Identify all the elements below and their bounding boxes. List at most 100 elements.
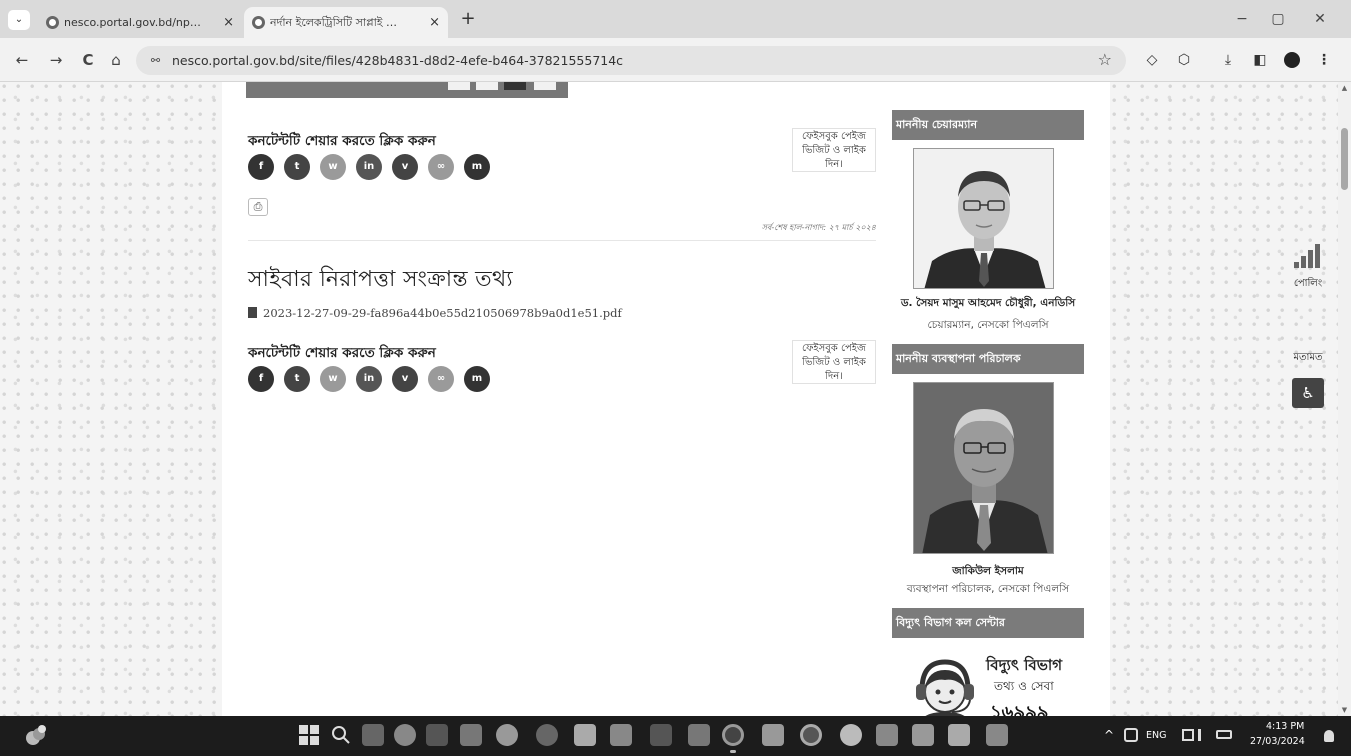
callcenter-subtitle: তথ্য ও সেবা	[994, 679, 1054, 693]
battery-icon[interactable]	[1216, 730, 1232, 739]
polling-icon[interactable]	[1290, 242, 1330, 268]
facebook-share-icon[interactable]: f	[248, 154, 274, 180]
linkedin-share-icon[interactable]: in	[356, 154, 382, 180]
fb-box-line: ফেইসবুক পেইজ	[802, 343, 866, 354]
notes-app-icon[interactable]	[912, 724, 934, 746]
tray-chevron-icon[interactable]: ^	[1104, 728, 1114, 742]
volume-icon[interactable]	[1198, 729, 1212, 741]
call-agent-icon	[916, 659, 974, 716]
game-app-icon[interactable]	[496, 724, 518, 746]
chairman-photo	[913, 148, 1054, 289]
word-icon[interactable]	[762, 724, 784, 746]
md-header: মাননীয় ব্যবস্থাপনা পরিচালক	[892, 344, 1084, 374]
file-name[interactable]: 2023-12-27-09-29-fa896a44b0e55d210506978…	[263, 306, 622, 320]
tab-nesco-active[interactable]: নর্দান ইলেকট্রিসিটি সাপ্লাই কোম্পা ×	[244, 7, 448, 38]
language-indicator[interactable]: ENG	[1146, 730, 1166, 741]
windows-logo-icon	[299, 725, 319, 745]
clock-time[interactable]: 4:13 PM	[1266, 721, 1304, 732]
extensions-icon[interactable]: ⬡	[1174, 49, 1194, 71]
close-tab-icon[interactable]: ×	[223, 7, 234, 38]
teams-icon[interactable]	[876, 724, 898, 746]
cast-icon[interactable]: ◇	[1142, 49, 1162, 71]
r-app-icon[interactable]	[650, 724, 672, 746]
pdf-file-link[interactable]: 2023-12-27-09-29-fa896a44b0e55d210506978…	[248, 306, 622, 320]
fb-box-line: ফেইসবুক পেইজ	[802, 131, 866, 142]
folder-icon[interactable]	[986, 724, 1008, 746]
notification-bell-icon[interactable]	[1324, 730, 1334, 742]
weather-icon[interactable]	[22, 723, 48, 749]
network-drive-icon[interactable]	[426, 724, 448, 746]
clock-date[interactable]: 27/03/2024	[1250, 736, 1305, 747]
chairman-name: ড. সৈয়দ মাসুম আহমেদ চৌধুরী, এনডিসি	[900, 297, 1076, 309]
excel-icon[interactable]	[688, 724, 710, 746]
photos-app-icon[interactable]	[574, 724, 596, 746]
scroll-thumb[interactable]	[1341, 128, 1348, 190]
tray-app-icon[interactable]	[1124, 728, 1138, 742]
facebook-page-box[interactable]: ফেইসবুক পেইজ ভিজিট ও লাইক দিন।	[792, 128, 876, 172]
back-button[interactable]: ←	[12, 50, 32, 70]
profile-avatar[interactable]	[1284, 52, 1300, 68]
share-label: কনটেন্টটি শেয়ার করতে ক্লিক করুন	[248, 345, 436, 361]
copy-link-icon[interactable]: ∞	[428, 366, 454, 392]
accessibility-icon[interactable]: ♿	[1292, 378, 1324, 408]
footer-strip-cropped	[246, 82, 568, 98]
messenger-share-icon[interactable]: m	[464, 366, 490, 392]
chairman-header: মাননীয় চেয়ারম্যান	[892, 110, 1084, 140]
facebook-page-box[interactable]: ফেইসবুক পেইজ ভিজিট ও লাইক দিন।	[792, 340, 876, 384]
start-button[interactable]	[298, 724, 320, 746]
page-viewport: কনটেন্টটি শেয়ার করতে ক্লিক করুন f t w i…	[0, 82, 1338, 716]
forward-button[interactable]: →	[46, 50, 66, 70]
viber-share-icon[interactable]: v	[392, 154, 418, 180]
task-view-icon[interactable]	[362, 724, 384, 746]
callcenter-number: ১৬৯৯৯	[990, 702, 1049, 716]
restore-button[interactable]: ▢	[1263, 8, 1293, 30]
edge-icon[interactable]	[840, 724, 862, 746]
opinion-label[interactable]: মতামত	[1286, 350, 1330, 367]
search-icon[interactable]	[330, 724, 352, 746]
sticky-notes-icon[interactable]	[610, 724, 632, 746]
network-icon[interactable]	[1182, 729, 1194, 741]
decorative-pattern-left	[0, 82, 222, 716]
browser-menu-icon[interactable]: ⋮	[1314, 49, 1334, 71]
zoom-app-icon[interactable]	[536, 724, 558, 746]
chat-icon[interactable]	[394, 724, 416, 746]
messenger-share-icon[interactable]: m	[464, 154, 490, 180]
close-tab-icon[interactable]: ×	[429, 7, 440, 38]
print-icon[interactable]: ⎙	[248, 198, 268, 216]
address-bar[interactable]: ⚯ nesco.portal.gov.bd/site/files/428b483…	[136, 46, 1126, 75]
calculator-icon[interactable]	[948, 724, 970, 746]
url-text[interactable]: nesco.portal.gov.bd/site/files/428b4831-…	[172, 46, 623, 75]
side-panel-icon[interactable]: ◧	[1250, 49, 1270, 71]
scroll-down-arrow-icon[interactable]: ▼	[1338, 704, 1351, 716]
minimize-button[interactable]: −	[1227, 8, 1257, 30]
downloads-icon[interactable]: ⤓	[1218, 49, 1238, 71]
whatsapp-share-icon[interactable]: w	[320, 366, 346, 392]
close-window-button[interactable]: ✕	[1305, 8, 1335, 30]
viber-share-icon[interactable]: v	[392, 366, 418, 392]
files-app-icon[interactable]	[460, 724, 482, 746]
favicon-icon	[46, 16, 59, 29]
polling-label[interactable]: পোলিং	[1286, 276, 1330, 293]
twitter-share-icon[interactable]: t	[284, 154, 310, 180]
tab-npfadmin[interactable]: nesco.portal.gov.bd/npfadmin/ ×	[38, 7, 242, 38]
copy-link-icon[interactable]: ∞	[428, 154, 454, 180]
page-scrollbar[interactable]: ▲ ▼	[1338, 82, 1351, 716]
fb-box-line: ভিজিট ও লাইক	[802, 357, 866, 368]
home-button[interactable]: ⌂	[106, 50, 126, 70]
reload-button[interactable]: C	[78, 50, 98, 70]
tab-search-button[interactable]: ⌄	[8, 10, 30, 30]
new-tab-button[interactable]: +	[456, 8, 480, 32]
linkedin-share-icon[interactable]: in	[356, 366, 382, 392]
whatsapp-share-icon[interactable]: w	[320, 154, 346, 180]
chrome-profile-icon[interactable]	[800, 724, 822, 746]
twitter-share-icon[interactable]: t	[284, 366, 310, 392]
facebook-share-icon[interactable]: f	[248, 366, 274, 392]
callcenter-title: বিদ্যুৎ বিভাগ	[986, 656, 1063, 674]
site-info-icon[interactable]: ⚯	[146, 51, 165, 70]
scroll-up-arrow-icon[interactable]: ▲	[1338, 82, 1351, 94]
tab-title: নর্দান ইলেকট্রিসিটি সাপ্লাই কোম্পা	[270, 16, 410, 29]
fb-box-line: দিন।	[825, 159, 843, 170]
chrome-icon[interactable]	[722, 724, 744, 746]
callcenter-banner[interactable]: বিদ্যুৎ বিভাগ তথ্য ও সেবা ১৬৯৯৯	[910, 644, 1070, 716]
bookmark-star-icon[interactable]: ☆	[1098, 50, 1112, 69]
